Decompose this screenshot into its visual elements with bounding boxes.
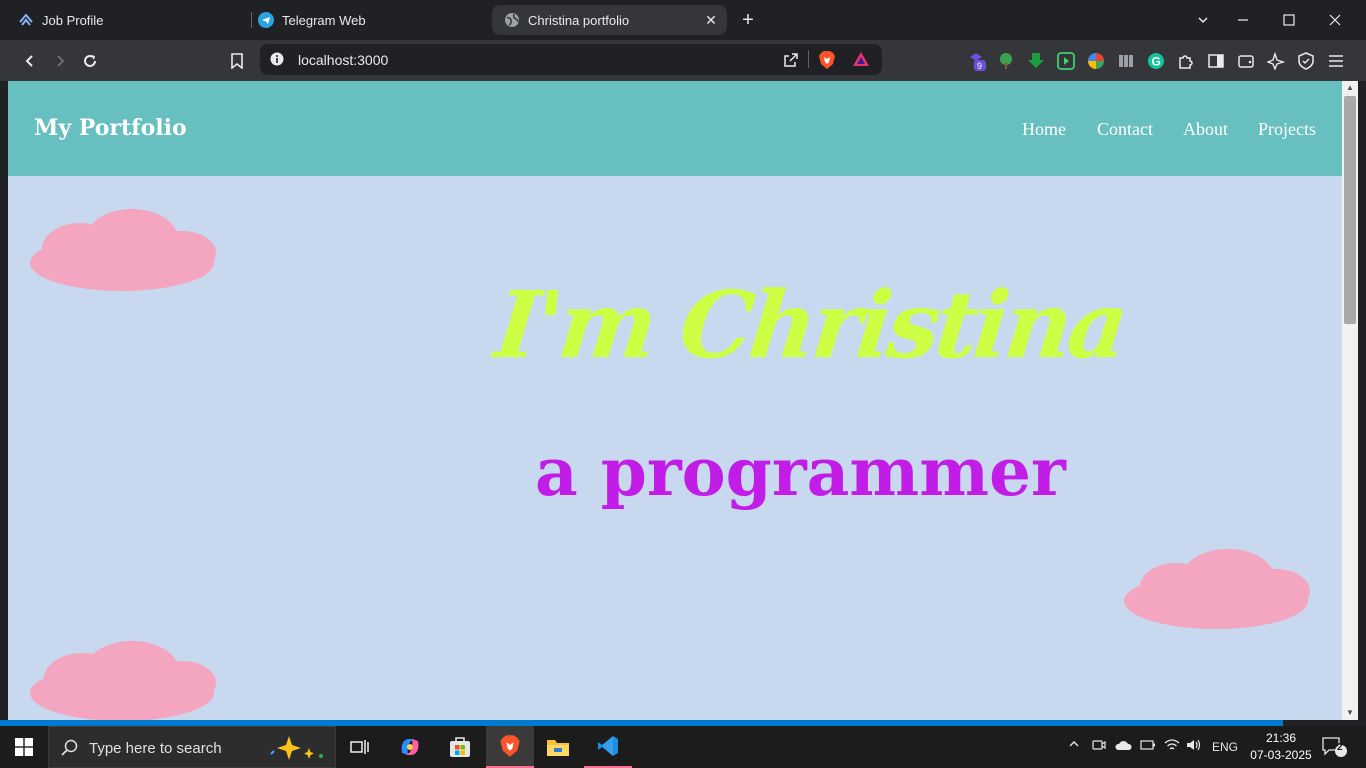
hero-role-text: a programmer	[535, 433, 1066, 511]
brave-rewards-icon[interactable]	[852, 50, 870, 73]
site-info-icon[interactable]	[270, 52, 284, 71]
nav-about-link[interactable]: About	[1183, 119, 1228, 140]
pink-cloud-right	[1124, 549, 1310, 629]
copilot-sparkle-icon[interactable]	[265, 734, 325, 767]
svg-text:9: 9	[977, 61, 982, 71]
tree-extension-icon[interactable]	[996, 51, 1016, 71]
meet-now-icon[interactable]	[1092, 738, 1106, 755]
nav-home-link[interactable]: Home	[1022, 119, 1066, 140]
tab-title: Job Profile	[42, 12, 104, 28]
globe-icon	[504, 12, 520, 28]
tab-telegram[interactable]: Telegram Web	[258, 5, 488, 35]
sidebar-icon[interactable]	[1206, 51, 1226, 71]
brave-shields-icon[interactable]	[818, 50, 836, 75]
telegram-icon	[258, 12, 274, 28]
scroll-down-arrow-icon[interactable]: ▼	[1342, 706, 1358, 720]
file-explorer-icon[interactable]	[534, 726, 582, 768]
page-scrollbar[interactable]: ▲ ▼	[1342, 81, 1358, 720]
taskbar-clock[interactable]: 21:36 07-03-2025	[1246, 730, 1316, 764]
browser-tab-strip: Job Profile Telegram Web Christina portf…	[0, 0, 1366, 40]
tab-christina-portfolio[interactable]: Christina portfolio ✕	[492, 5, 727, 35]
address-bar[interactable]: localhost:3000	[260, 44, 882, 75]
wallet-icon[interactable]	[1236, 51, 1256, 71]
minimize-icon[interactable]	[1220, 0, 1266, 40]
onedrive-cloud-icon[interactable]	[1114, 738, 1132, 755]
scroll-up-arrow-icon[interactable]: ▲	[1342, 81, 1358, 95]
clock-date: 07-03-2025	[1250, 748, 1312, 762]
vpn-shield-icon[interactable]	[1296, 51, 1316, 71]
menu-icon[interactable]	[1326, 51, 1346, 71]
pink-cloud-top-left	[30, 209, 216, 291]
nav-projects-link[interactable]: Projects	[1258, 119, 1316, 140]
windows-start-icon[interactable]	[0, 726, 48, 768]
taskbar-search-box[interactable]: Type here to search	[48, 726, 336, 768]
notifications-icon[interactable]: 2	[1322, 736, 1348, 761]
volume-icon[interactable]	[1186, 738, 1202, 755]
extensions-puzzle-icon[interactable]	[1176, 51, 1196, 71]
language-indicator[interactable]: ENG	[1212, 740, 1238, 754]
browser-toolbar: localhost:3000 9 G	[0, 40, 1366, 81]
vscode-icon[interactable]	[584, 726, 632, 768]
nav-contact-link[interactable]: Contact	[1097, 119, 1153, 140]
play-extension-icon[interactable]	[1056, 51, 1076, 71]
microsoft-store-icon[interactable]	[436, 726, 484, 768]
site-navbar: My Portfolio Home Contact About Projects	[8, 81, 1342, 176]
pink-cloud-bottom-left	[30, 641, 216, 720]
grammarly-icon[interactable]: G	[1146, 51, 1166, 71]
site-brand[interactable]: My Portfolio	[34, 115, 187, 141]
page-viewport: My Portfolio Home Contact About Projects…	[8, 81, 1342, 720]
colorful-extension-icon[interactable]	[1086, 51, 1106, 71]
clock-time: 21:36	[1265, 731, 1297, 745]
tab-job-profile[interactable]: Job Profile	[18, 5, 248, 35]
new-tab-icon[interactable]: +	[735, 7, 761, 33]
url-text: localhost:3000	[298, 52, 389, 68]
reading-list-icon[interactable]	[1116, 51, 1136, 71]
maximize-icon[interactable]	[1266, 0, 1312, 40]
bookmark-icon[interactable]	[224, 48, 250, 74]
show-hidden-icons-chevron-icon[interactable]	[1068, 738, 1080, 753]
tab-title: Christina portfolio	[528, 12, 630, 28]
share-icon[interactable]	[782, 51, 800, 74]
wifi-icon[interactable]	[1164, 738, 1180, 755]
svg-text:G: G	[1152, 55, 1161, 69]
close-tab-icon[interactable]: ✕	[703, 12, 719, 28]
forward-icon[interactable]	[47, 48, 73, 74]
copilot-app-icon[interactable]	[386, 726, 434, 768]
back-icon[interactable]	[17, 48, 43, 74]
windows-taskbar: Type here to search ENG 21:36 07-03-2025…	[0, 726, 1366, 768]
tab-title: Telegram Web	[282, 12, 366, 28]
close-window-icon[interactable]	[1312, 0, 1358, 40]
leo-ai-icon[interactable]	[1266, 51, 1286, 71]
notification-count: 2	[1337, 742, 1343, 753]
extension-badge-icon[interactable]: 9	[966, 51, 986, 71]
search-placeholder: Type here to search	[89, 740, 222, 757]
job-profile-icon	[18, 12, 34, 28]
hero-name-heading: I'm Christina	[490, 271, 1130, 379]
download-extension-icon[interactable]	[1026, 51, 1046, 71]
task-view-icon[interactable]	[336, 726, 384, 768]
reload-icon[interactable]	[77, 48, 103, 74]
search-icon	[61, 739, 79, 762]
brave-browser-taskbar-icon[interactable]	[486, 726, 534, 768]
battery-icon[interactable]	[1140, 738, 1156, 755]
scroll-thumb[interactable]	[1344, 96, 1356, 324]
